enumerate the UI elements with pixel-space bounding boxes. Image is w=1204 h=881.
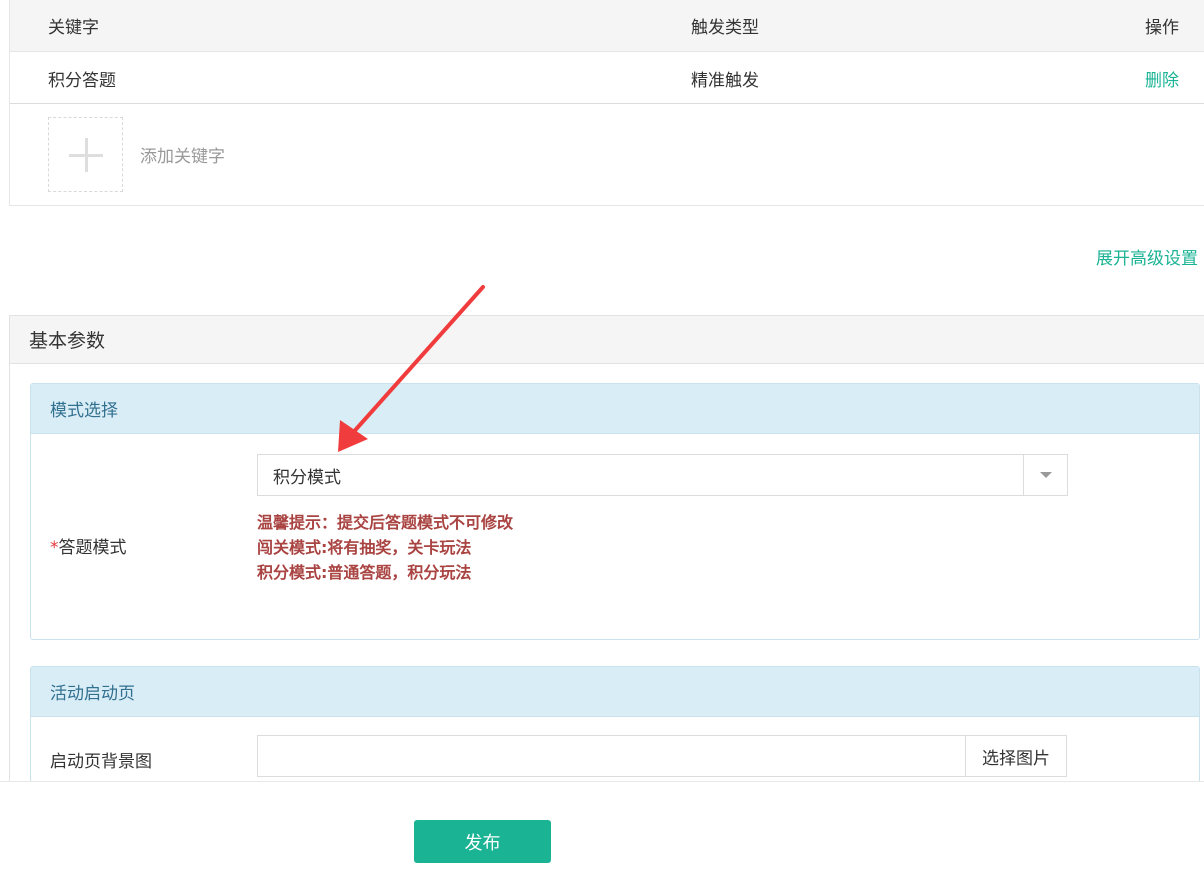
dropdown-toggle[interactable]	[1023, 455, 1067, 495]
tip-line: 积分模式:普通答题，积分玩法	[257, 563, 472, 582]
mode-selection-section: 模式选择 *答题模式 积分模式 温馨提示：提交后答题模式不可修改 闯关模式:将有…	[30, 383, 1200, 640]
answer-mode-label: *答题模式	[50, 533, 127, 558]
basic-params-panel: 基本参数 模式选择 *答题模式 积分模式 温馨提示：提交后答题模式不可修改 闯关…	[9, 315, 1204, 796]
add-keyword-button[interactable]	[48, 117, 123, 192]
trigger-type-cell: 精准触发	[691, 70, 759, 91]
basic-params-title: 基本参数	[10, 316, 1204, 364]
expand-advanced-settings-link[interactable]: 展开高级设置	[1096, 244, 1198, 269]
launch-page-title: 活动启动页	[31, 667, 1199, 717]
caret-down-icon	[1039, 472, 1052, 478]
column-header-action: 操作	[1145, 18, 1179, 38]
mode-tips: 温馨提示：提交后答题模式不可修改 闯关模式:将有抽奖，关卡玩法 积分模式:普通答…	[257, 510, 513, 585]
required-mark: *	[50, 538, 59, 558]
tip-line: 温馨提示：提交后答题模式不可修改	[257, 513, 514, 532]
column-header-keyword: 关键字	[48, 18, 99, 38]
add-keyword-label[interactable]: 添加关键字	[140, 142, 225, 167]
answer-mode-select[interactable]: 积分模式	[257, 454, 1068, 496]
mode-selection-title: 模式选择	[31, 384, 1199, 434]
select-image-button[interactable]: 选择图片	[965, 735, 1067, 777]
publish-button[interactable]: 发布	[414, 820, 551, 863]
keyword-table: 关键字 触发类型 操作 积分答题 精准触发 删除 添加关键字	[9, 0, 1204, 206]
launch-page-section: 活动启动页 启动页背景图 选择图片	[30, 666, 1200, 796]
column-header-trigger-type: 触发类型	[691, 18, 759, 38]
tip-line: 闯关模式:将有抽奖，关卡玩法	[257, 538, 472, 557]
launch-bg-input[interactable]	[257, 735, 966, 777]
delete-link[interactable]: 删除	[1145, 53, 1179, 103]
keyword-cell: 积分答题	[48, 70, 116, 91]
answer-mode-label-text: 答题模式	[58, 538, 127, 558]
keyword-table-header: 关键字 触发类型 操作	[10, 0, 1204, 52]
answer-mode-selected-value: 积分模式	[273, 467, 341, 488]
footer-bar: 发布	[0, 781, 1204, 881]
table-row: 积分答题 精准触发 删除	[10, 53, 1204, 104]
launch-bg-label: 启动页背景图	[50, 752, 152, 772]
